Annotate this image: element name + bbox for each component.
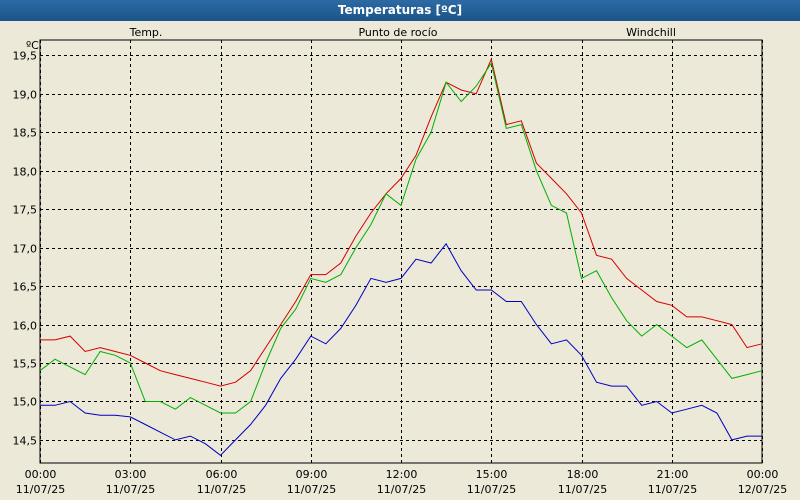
legend-item: Punto de rocío [358,26,437,39]
x-tick-date: 11/07/25 [16,483,65,496]
y-tick-label: 18,5 [13,127,38,140]
x-tick-time: 18:00 [567,468,599,481]
x-tick-date: 11/07/25 [467,483,516,496]
chart-window: Temperaturas [ºC] 14,5 15,0 15,5 16,0 16,5 17… [0,0,800,500]
legend-item: Windchill [626,26,676,39]
x-tick-date: 12/07/25 [738,483,787,496]
x-tick-time: 06:00 [206,468,238,481]
y-tick-label: 14,5 [13,435,38,448]
x-tick-time: 09:00 [296,468,328,481]
y-tick-label: 15,0 [13,396,38,409]
x-tick-time: 03:00 [115,468,147,481]
x-tick-time: 21:00 [657,468,689,481]
x-tick-time: 12:00 [386,468,418,481]
y-tick-label: 18,0 [13,166,38,179]
y-tick-label: 17,5 [13,204,38,217]
y-tick-label: 16,5 [13,281,38,294]
x-tick-date: 11/07/25 [287,483,336,496]
y-tick-label: 19,0 [13,89,38,102]
y-tick-label: 16,0 [13,320,38,333]
y-tick-label: 17,0 [13,243,38,256]
x-tick-time: 00:00 [25,468,57,481]
y-tick-label: 15,5 [13,358,38,371]
x-tick-date: 11/07/25 [197,483,246,496]
y-axis-unit: ºC [26,39,39,52]
x-tick-date: 11/07/25 [106,483,155,496]
x-tick-date: 11/07/25 [377,483,426,496]
x-tick-date: 11/07/25 [558,483,607,496]
x-tick-time: 15:00 [476,468,508,481]
x-tick-date: 11/07/25 [648,483,697,496]
temperature-chart: 14,5 15,0 15,5 16,0 16,5 17,0 17,5 18,0 18,5 19,0… [13,26,788,496]
legend-item: Temp. [129,26,163,39]
x-tick-time: 00:00 [747,468,779,481]
